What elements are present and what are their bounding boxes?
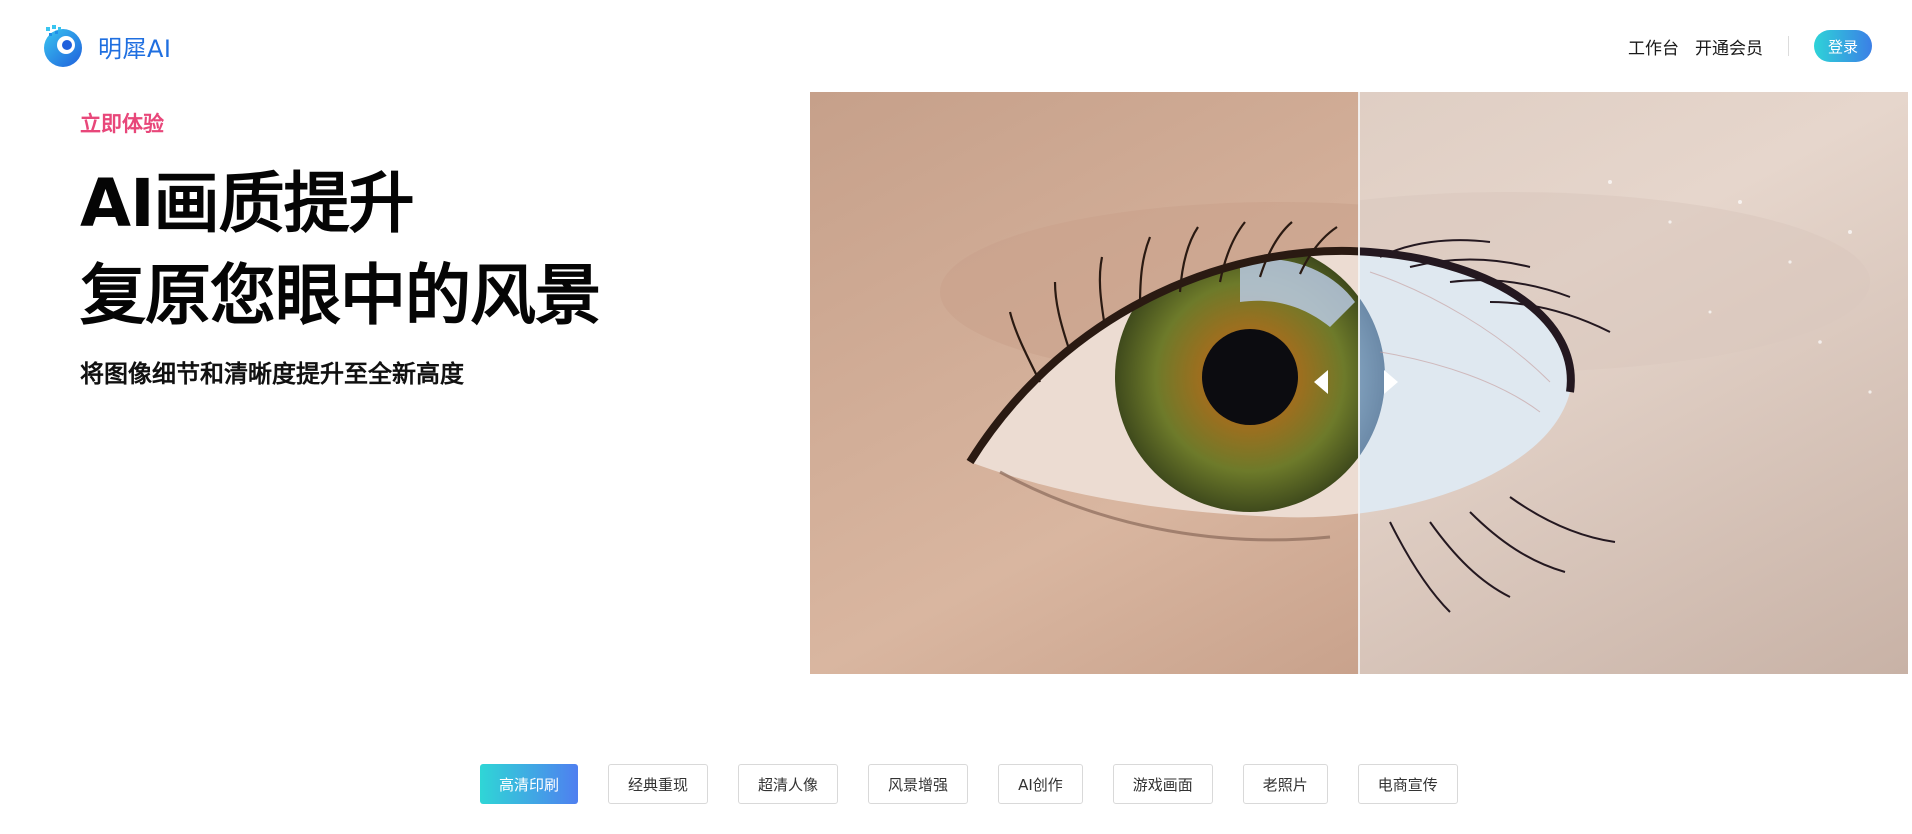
nav-divider [1788, 36, 1789, 56]
rhino-logo-icon [44, 25, 82, 67]
tab-old-photo[interactable]: 老照片 [1242, 764, 1328, 804]
nav-membership[interactable]: 开通会员 [1695, 34, 1763, 59]
before-after-eye-photo [810, 92, 1908, 674]
brand-name: 明犀AI [98, 34, 172, 63]
hero-title-line2: 复原您眼中的风景 [80, 257, 601, 334]
tab-ai-create[interactable]: AI创作 [998, 764, 1083, 804]
triangle-left-icon[interactable] [1310, 364, 1332, 400]
brand-logo[interactable]: 明犀AI [40, 22, 172, 70]
tab-ecommerce[interactable]: 电商宣传 [1357, 764, 1458, 804]
triangle-right-icon[interactable] [1380, 364, 1402, 400]
tab-game-screen[interactable]: 游戏画面 [1112, 764, 1213, 804]
tab-ultra-portrait[interactable]: 超清人像 [738, 764, 839, 804]
tab-landscape-enhance[interactable]: 风景增强 [868, 764, 969, 804]
category-tabs: 高清印刷 经典重现 超清人像 风景增强 AI创作 游戏画面 老照片 电商宣传 [480, 764, 1488, 804]
header: 明犀AI 工作台 开通会员 登录 [0, 0, 1912, 92]
try-now-link[interactable]: 立即体验 [80, 108, 164, 138]
hero-title: AI画质提升 复原您眼中的风景 [80, 158, 601, 342]
hero-title-line1: AI画质提升 [80, 165, 415, 242]
login-button[interactable]: 登录 [1814, 30, 1872, 62]
top-nav: 工作台 开通会员 登录 [1612, 28, 1872, 64]
before-after-compare[interactable] [810, 92, 1908, 674]
tab-hd-print[interactable]: 高清印刷 [480, 764, 579, 804]
nav-workbench[interactable]: 工作台 [1628, 34, 1679, 59]
tab-classic-restore[interactable]: 经典重现 [608, 764, 709, 804]
hero-subtitle: 将图像细节和清晰度提升至全新高度 [80, 360, 464, 388]
